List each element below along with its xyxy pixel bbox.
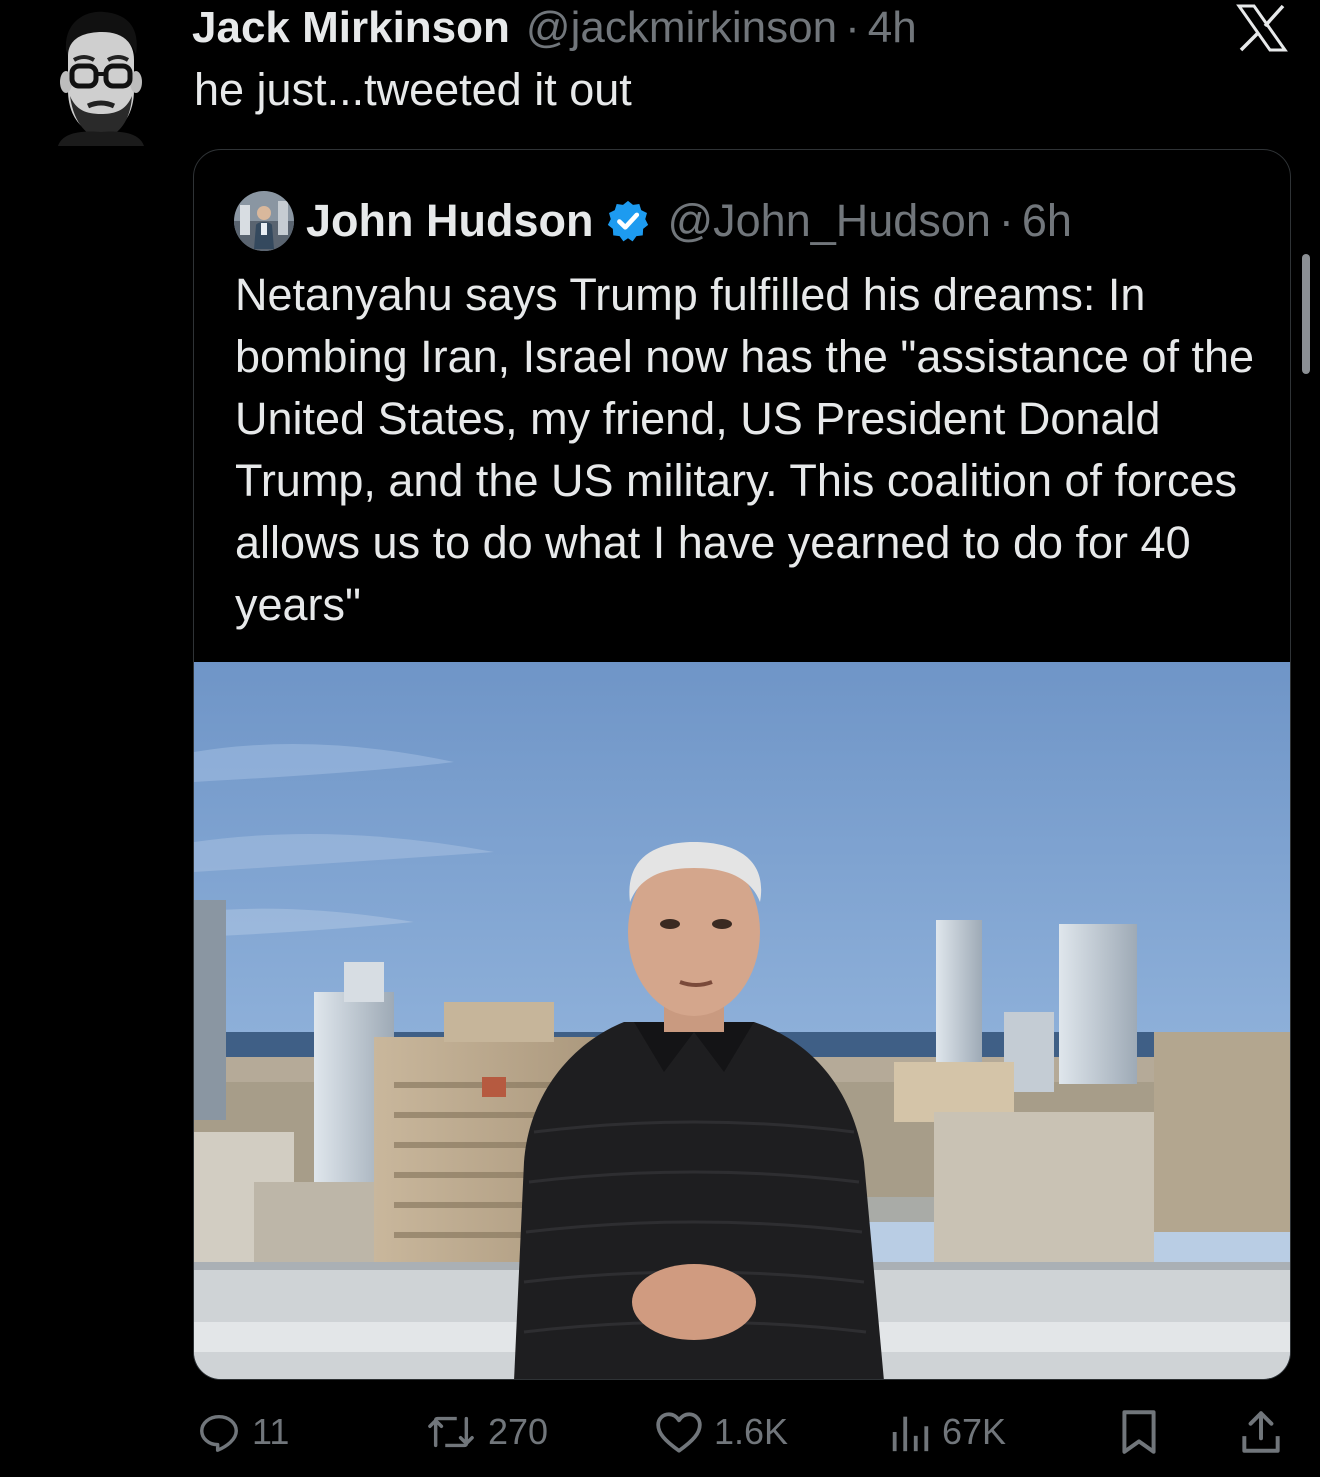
separator-dot: · [845, 3, 860, 52]
tweet-timestamp[interactable]: 4h [868, 3, 917, 53]
x-logo-icon[interactable] [1236, 4, 1288, 52]
heart-icon [656, 1412, 702, 1453]
analytics-icon [892, 1416, 929, 1452]
view-count: 67K [942, 1411, 1007, 1452]
repost-button[interactable]: 270 [424, 1402, 548, 1462]
tweet-action-bar: 11 270 1.6K 67K [0, 1402, 1320, 1462]
quoted-tweet-text: Netanyahu says Trump fulfilled his dream… [235, 269, 1255, 630]
views-button[interactable]: 67K [888, 1402, 1006, 1462]
repost-count: 270 [488, 1411, 549, 1452]
share-icon [1242, 1411, 1280, 1453]
quoted-tweet-card[interactable]: John Hudson @John_Hudson · 6h Netanyahu … [193, 149, 1291, 1380]
reply-count: 11 [252, 1411, 290, 1452]
like-button[interactable]: 1.6K [654, 1402, 788, 1462]
reply-button[interactable]: 11 [196, 1402, 289, 1462]
quoted-separator-dot: · [998, 195, 1014, 246]
tweet-header: Jack Mirkinson @jackmirkinson · 4h [192, 2, 917, 54]
author-avatar[interactable] [48, 6, 152, 146]
share-button[interactable] [1236, 1402, 1286, 1462]
scrollbar-thumb[interactable] [1302, 254, 1310, 374]
bookmark-icon [1122, 1410, 1156, 1454]
quoted-tweet-timestamp[interactable]: 6h [1022, 195, 1072, 247]
reply-icon [200, 1414, 238, 1452]
verified-badge-icon [608, 200, 649, 242]
quoted-author-handle[interactable]: @John_Hudson [667, 195, 990, 247]
quoted-tweet-photo[interactable] [194, 662, 1291, 1380]
author-handle[interactable]: @jackmirkinson [526, 3, 837, 53]
repost-icon [428, 1416, 474, 1448]
quoted-tweet-header: John Hudson @John_Hudson · 6h [234, 188, 1072, 254]
like-count: 1.6K [714, 1411, 789, 1452]
quoted-author-avatar[interactable] [234, 191, 294, 251]
quoted-author-name[interactable]: John Hudson [306, 195, 593, 247]
bookmark-button[interactable] [1116, 1402, 1162, 1462]
tweet-text: he just...tweeted it out [194, 64, 632, 115]
author-name[interactable]: Jack Mirkinson [192, 3, 510, 53]
